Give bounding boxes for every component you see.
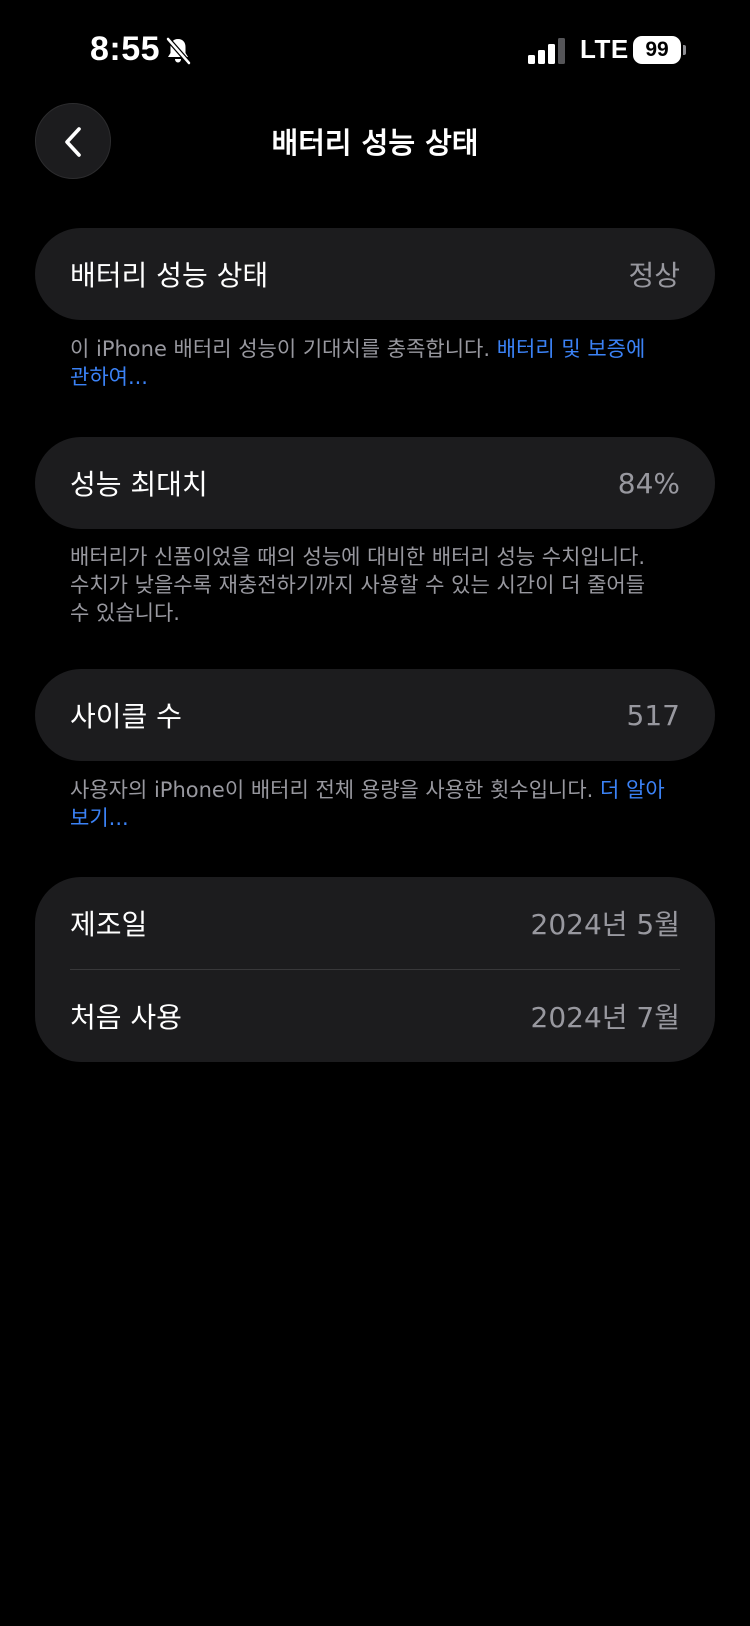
max-capacity-footnote-text: 배터리가 신품이었을 때의 성능에 대비한 배터리 성능 수치입니다. 수치가 … xyxy=(70,545,646,625)
network-type-label: LTE xyxy=(580,34,629,64)
cycle-count-footnote-text: 사용자의 iPhone이 배터리 전체 용량을 사용한 횟수입니다. xyxy=(70,778,601,802)
max-capacity-row: 성능 최대치 84% xyxy=(35,437,715,529)
manufacture-date-row: 제조일 2024년 5월 xyxy=(35,877,715,969)
status-bar: 8:55 LTE 99 xyxy=(0,0,750,100)
max-capacity-footnote: 배터리가 신품이었을 때의 성능에 대비한 배터리 성능 수치입니다. 수치가 … xyxy=(70,543,670,627)
cycle-count-row: 사이클 수 517 xyxy=(35,669,715,761)
cycle-count-label: 사이클 수 xyxy=(70,700,182,733)
manufacture-date-value: 2024년 5월 xyxy=(530,908,681,941)
battery-dates-card: 제조일 2024년 5월 처음 사용 2024년 7월 xyxy=(35,877,715,1062)
battery-health-row: 배터리 성능 상태 정상 xyxy=(35,228,715,320)
battery-health-footnote-text: 이 iPhone 배터리 성능이 기대치를 충족합니다. xyxy=(70,337,497,361)
battery-health-footnote: 이 iPhone 배터리 성능이 기대치를 충족합니다. 배터리 및 보증에 관… xyxy=(70,335,670,391)
cycle-count-value: 517 xyxy=(626,698,680,732)
battery-health-value: 정상 xyxy=(628,259,680,292)
max-capacity-value: 84% xyxy=(617,466,680,500)
first-use-row: 처음 사용 2024년 7월 xyxy=(35,970,715,1062)
manufacture-date-label: 제조일 xyxy=(70,908,148,941)
battery-cap xyxy=(683,45,686,55)
max-capacity-card: 성능 최대치 84% xyxy=(35,437,715,529)
first-use-value: 2024년 7월 xyxy=(530,1001,681,1034)
first-use-label: 처음 사용 xyxy=(70,1001,182,1034)
battery-health-card: 배터리 성능 상태 정상 xyxy=(35,228,715,320)
status-time: 8:55 xyxy=(90,30,161,68)
max-capacity-label: 성능 최대치 xyxy=(70,468,208,501)
battery-icon: 99 xyxy=(633,36,686,64)
cellular-signal-icon xyxy=(528,38,565,64)
bell-slash-icon xyxy=(166,37,191,65)
battery-level-label: 99 xyxy=(645,38,669,61)
cycle-count-card: 사이클 수 517 xyxy=(35,669,715,761)
battery-health-label: 배터리 성능 상태 xyxy=(70,259,269,292)
page-title: 배터리 성능 상태 xyxy=(271,126,479,160)
cycle-count-footnote: 사용자의 iPhone이 배터리 전체 용량을 사용한 횟수입니다. 더 알아보… xyxy=(70,776,670,832)
